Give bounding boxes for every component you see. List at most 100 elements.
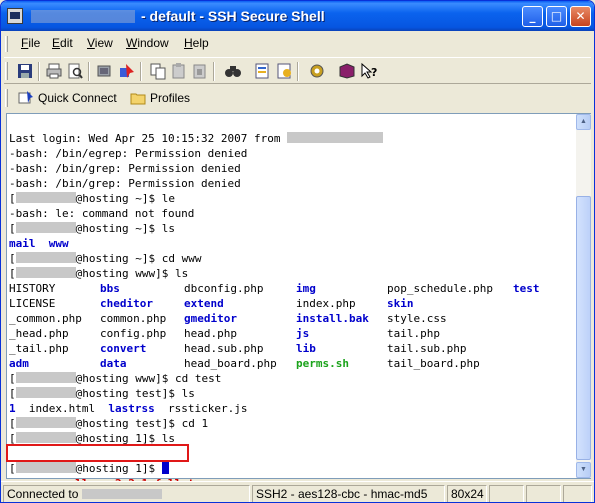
ls-entry: gmeditor <box>184 312 237 325</box>
window-title: - default - SSH Secure Shell <box>141 8 325 24</box>
ls-entry: head.php <box>184 327 237 340</box>
quick-connect-label: Quick Connect <box>38 91 117 105</box>
menu-edit[interactable]: Edit <box>52 36 73 50</box>
help-book-icon[interactable] <box>338 62 356 80</box>
quick-connect-icon <box>18 91 33 104</box>
save-icon[interactable] <box>16 62 34 80</box>
ls-entry: 1 <box>9 402 16 415</box>
menu-window[interactable]: Window <box>126 36 169 50</box>
ls-entry: _common.php <box>9 312 82 325</box>
ls-entry: img <box>296 282 316 295</box>
terminal-frame: Last login: Wed Apr 25 10:15:32 2007 fro… <box>6 113 591 490</box>
redacted-user <box>15 267 76 278</box>
ls-entry: test <box>513 282 540 295</box>
profile-settings-icon[interactable] <box>275 62 293 80</box>
context-help-icon[interactable]: ? <box>360 62 378 80</box>
redacted-user <box>15 462 76 473</box>
terminal-prompt: [@hosting test]$ ls <box>9 387 195 400</box>
status-terminal-size: 80x24 <box>447 485 487 502</box>
ls-entry: pop_schedule.php <box>387 282 493 295</box>
redacted-user <box>15 222 76 233</box>
redacted-user <box>15 417 76 428</box>
terminal-prompt: [@hosting www]$ cd test <box>9 372 222 385</box>
terminal-cursor <box>161 462 169 474</box>
quick-connect-bar: Quick Connect Profiles <box>4 85 204 111</box>
ls-entry: install.bak <box>296 312 369 325</box>
ls-entry: HISTORY <box>9 282 56 295</box>
find-icon[interactable] <box>224 62 242 80</box>
menubar-grip <box>5 36 8 52</box>
terminal-output[interactable]: Last login: Wed Apr 25 10:15:32 2007 fro… <box>6 131 574 490</box>
ls-entry: config.php <box>100 327 167 340</box>
ls-entry: tail.php <box>387 327 440 340</box>
terminal-line: -bash: /bin/egrep: Permission denied <box>9 147 248 160</box>
ls-entry: head_board.php <box>184 357 277 370</box>
ls-entry: _head.php <box>9 327 69 340</box>
ls-entry: rssticker.js <box>167 402 248 415</box>
new-file-transfer-icon[interactable] <box>118 62 136 80</box>
redacted-user <box>15 252 76 263</box>
profiles-button[interactable]: Profiles <box>126 87 194 109</box>
encryption-icon[interactable] <box>308 62 326 80</box>
ls-entry: index.php <box>296 297 356 310</box>
terminal-prompt: [@hosting ~]$ le <box>9 192 175 205</box>
paste-icon[interactable] <box>170 62 188 80</box>
status-cipher: SSH2 - aes128-cbc - hmac-md5 <box>252 485 445 502</box>
menu-bar: File Edit View Window Help <box>4 33 591 55</box>
toolbar-grip <box>5 62 8 80</box>
title-redacted-host <box>31 10 135 23</box>
status-connection: Connected to <box>3 485 250 502</box>
ls-entry: tail.sub.php <box>387 342 467 355</box>
profiles-label: Profiles <box>150 91 191 105</box>
toolbar-separator <box>213 62 215 81</box>
maximize-button[interactable]: □ <box>546 6 567 27</box>
paste-alt-icon[interactable] <box>191 62 209 80</box>
vertical-scrollbar[interactable]: ▲ ▼ <box>576 114 591 478</box>
ssh-client-window: - default - SSH Secure Shell _ □ ✕ File … <box>0 0 595 503</box>
ls-entry: convert <box>100 342 147 355</box>
ls-entry: js <box>296 327 310 340</box>
copy-icon[interactable] <box>149 62 167 80</box>
ls-entry: data <box>100 357 127 370</box>
ls-entry: index.html <box>28 402 96 415</box>
svg-text:?: ? <box>371 66 377 79</box>
quickbar-grip <box>5 89 8 107</box>
settings-icon[interactable] <box>253 62 271 80</box>
print-icon[interactable] <box>45 62 63 80</box>
ls-entry: lastrss <box>108 402 155 415</box>
status-pane-caps <box>489 485 524 502</box>
print-preview-icon[interactable] <box>66 62 84 80</box>
highlight-box <box>6 444 189 462</box>
main-toolbar: ? <box>4 57 591 84</box>
resize-grip[interactable] <box>563 485 592 502</box>
terminal-prompt: [@hosting ~]$ cd www <box>9 252 202 265</box>
scroll-up-arrow-icon[interactable]: ▲ <box>576 114 591 130</box>
ls-entry: skin <box>387 297 414 310</box>
toolbar-separator <box>140 62 142 81</box>
minimize-button[interactable]: _ <box>522 6 543 27</box>
ls-entry: LICENSE <box>9 297 56 310</box>
menu-view[interactable]: View <box>87 36 113 50</box>
scroll-down-arrow-icon[interactable]: ▼ <box>576 462 591 478</box>
scrollbar-thumb[interactable] <box>576 196 591 460</box>
title-bar[interactable]: - default - SSH Secure Shell _ □ ✕ <box>1 1 594 31</box>
ls-entry: lib <box>296 342 316 355</box>
toolbar-separator <box>88 62 90 81</box>
ls-entry: adm <box>9 357 29 370</box>
menu-file[interactable]: File <box>21 36 40 50</box>
terminal-line: -bash: /bin/grep: Permission denied <box>9 162 241 175</box>
redacted-host <box>81 489 162 499</box>
redacted-user <box>15 387 76 398</box>
menu-help[interactable]: Help <box>184 36 209 50</box>
ls-entry: bbs <box>100 282 120 295</box>
terminal-line: mail www <box>9 237 69 250</box>
quick-connect-button[interactable]: Quick Connect <box>14 87 121 109</box>
new-terminal-icon[interactable] <box>96 62 114 80</box>
ls-entry: extend <box>184 297 224 310</box>
ls-entry: head.sub.php <box>184 342 264 355</box>
ls-entry: dbconfig.php <box>184 282 264 295</box>
status-bar: Connected to SSH2 - aes128-cbc - hmac-md… <box>1 481 594 502</box>
terminal-line: -bash: le: command not found <box>9 207 195 220</box>
terminal-prompt: [@hosting 1]$ <box>9 461 169 476</box>
close-button[interactable]: ✕ <box>570 6 591 27</box>
